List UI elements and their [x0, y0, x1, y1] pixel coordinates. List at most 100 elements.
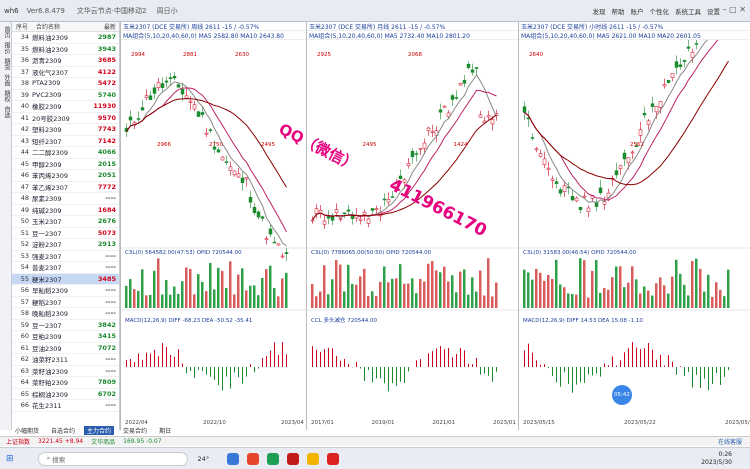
- row-index: 51: [20, 228, 29, 237]
- volume-bar: [399, 264, 402, 308]
- chart-panel-weekly[interactable]: 玉米2307 (DCE 交易所) 周线 2611 -15 / -0.57% MA…: [120, 22, 307, 430]
- candle: [156, 82, 161, 88]
- chart-canvas[interactable]: C3L(0) 31583.00(46:54) OPID 720544.00 MAC…: [519, 0, 750, 428]
- app-icon[interactable]: [227, 452, 240, 465]
- vtab-options[interactable]: 期权: [2, 90, 11, 102]
- watchlist-row[interactable]: 65 棕榈油2309 6702: [12, 389, 119, 400]
- timer-bubble[interactable]: 05:42: [612, 385, 632, 405]
- watchlist-row[interactable]: 52 淀粉2307 2913: [12, 239, 119, 251]
- volume-bar: [161, 294, 164, 308]
- candle: [530, 137, 535, 139]
- chart-canvas[interactable]: C3L(0) 564582.00(47:53) OPID 720544.00 MA…: [121, 40, 307, 428]
- watchlist-row[interactable]: 61 豆油2309 7072: [12, 343, 119, 354]
- watchlist-row[interactable]: 46 苯丙烯2309 2051: [12, 170, 119, 182]
- app-icon[interactable]: [267, 452, 280, 465]
- tab-small-futures[interactable]: 小幅期货: [12, 426, 42, 435]
- chart-canvas[interactable]: C3L(0) 7786065.00(50:50) OPID 720544.00 C…: [307, 40, 519, 428]
- volume-bar: [229, 261, 232, 308]
- weather-temp[interactable]: 24°: [198, 455, 210, 463]
- vtab-futures[interactable]: 期货: [2, 58, 11, 70]
- watchlist-row[interactable]: 58 晚籼稻2309 ----: [12, 308, 119, 320]
- candle: [442, 105, 447, 108]
- row-index: 64: [20, 378, 29, 387]
- row-index: 41: [20, 113, 29, 122]
- watchlist-row[interactable]: 43 短纤2307 7142: [12, 136, 119, 147]
- volume-bar: [723, 296, 726, 308]
- date-tick: 2023/05/29: [725, 420, 750, 426]
- watchlist-row[interactable]: 40 橡胶2309 11930: [12, 101, 119, 113]
- vtab-home[interactable]: 首页: [2, 26, 11, 38]
- candle: [188, 100, 193, 103]
- vtab-quote[interactable]: 报价: [2, 42, 11, 54]
- taskbar-search[interactable]: ⌕ 搜索: [37, 451, 188, 466]
- app-icon[interactable]: [287, 452, 300, 465]
- watchlist-row[interactable]: 36 沥青2309 3685: [12, 55, 119, 67]
- chart-panel-hourly[interactable]: 玉米2307 (DCE 交易所) 小时线 2611 -15 / -0.57% M…: [518, 0, 750, 430]
- cycle-label[interactable]: 周日小: [156, 6, 177, 16]
- menu-help[interactable]: 帮助: [612, 6, 625, 16]
- watchlist-row[interactable]: 34 燃料油2309 2987: [12, 32, 119, 44]
- watchlist-row[interactable]: 47 苯乙烯2307 7772: [12, 182, 119, 193]
- watchlist-row[interactable]: 48 尿素2309 ----: [12, 193, 119, 205]
- watchlist-row[interactable]: 55 粳米2307 3485: [12, 273, 119, 285]
- watchlist-row[interactable]: 54 普麦2307 ----: [12, 262, 119, 274]
- watchlist-row[interactable]: 37 液化气2307 4122: [12, 67, 119, 78]
- folder-icon[interactable]: [307, 452, 320, 465]
- candle: [430, 131, 435, 133]
- watchlist-row[interactable]: 59 豆一2307 3842: [12, 320, 119, 331]
- volume-bar: [375, 296, 378, 308]
- watchlist-row[interactable]: 56 早籼稻2309 ----: [12, 285, 119, 297]
- watchlist-row[interactable]: 57 粳稻2307 ----: [12, 297, 119, 308]
- volume-bar: [331, 279, 334, 308]
- row-name: 橡胶2309: [32, 103, 62, 112]
- app-icon[interactable]: [327, 452, 340, 465]
- watchlist-row[interactable]: 38 PTA2309 5472: [12, 78, 119, 90]
- price-mark: 2068: [408, 52, 422, 58]
- vtab-watch[interactable]: 自选: [2, 106, 11, 118]
- row-index: 65: [20, 389, 29, 398]
- watchlist-row[interactable]: 41 20号胶2309 9570: [12, 113, 119, 124]
- watchlist-row[interactable]: 60 豆粕2309 3415: [12, 331, 119, 343]
- volume-bar: [599, 292, 602, 308]
- menu-tools[interactable]: 系统工具: [675, 6, 701, 16]
- watchlist-row[interactable]: 64 菜籽粕2309 7809: [12, 377, 119, 389]
- vertical-tabs: 首页 报价 期货 外盘 期权 自选: [0, 22, 12, 430]
- candle: [232, 170, 237, 176]
- tab-trade[interactable]: 交易合约: [120, 426, 150, 435]
- menu-settings[interactable]: 设置: [707, 6, 720, 16]
- watchlist-row[interactable]: 39 PVC2309 5740: [12, 90, 119, 101]
- volume-bar: [675, 259, 678, 308]
- menu-account[interactable]: 账户: [631, 6, 644, 16]
- watchlist-row[interactable]: 50 玉米2307 2676: [12, 216, 119, 228]
- watchlist-row[interactable]: 53 强麦2307 ----: [12, 251, 119, 262]
- watchlist-row[interactable]: 45 甲醇2309 2015: [12, 159, 119, 170]
- watchlist-row[interactable]: 35 燃料油2309 3943: [12, 44, 119, 55]
- watchlist-row[interactable]: 44 二二醇2309 4066: [12, 147, 119, 159]
- menu-personalize[interactable]: 个性化: [650, 6, 670, 16]
- watchlist-row[interactable]: 49 纯碱2309 1684: [12, 205, 119, 216]
- window-controls[interactable]: – ▢ ✕: [723, 5, 746, 14]
- tab-date[interactable]: 期日: [156, 426, 174, 435]
- volume-bar: [281, 278, 284, 308]
- col-index: 序号: [16, 24, 29, 31]
- app-icon[interactable]: [247, 452, 260, 465]
- watchlist-row[interactable]: 42 塑料2309 7743: [12, 124, 119, 136]
- online-service[interactable]: 在线客服: [718, 437, 742, 446]
- menu-discover[interactable]: 发现: [593, 6, 606, 16]
- clock[interactable]: 0:26 2023/5/30: [701, 451, 732, 467]
- row-price: 7743: [97, 125, 116, 134]
- volume-bar: [359, 276, 362, 308]
- watchlist-row[interactable]: 51 豆一2307 5073: [12, 228, 119, 239]
- tab-main-contract[interactable]: 主力合约: [84, 426, 115, 435]
- row-name: 豆粕2309: [32, 333, 62, 342]
- watchlist-row[interactable]: 63 菜籽油2309 ----: [12, 366, 119, 377]
- watchlist-row[interactable]: 66 花生2311 ----: [12, 400, 119, 412]
- watchlist-row[interactable]: 62 油菜籽2311 ----: [12, 354, 119, 366]
- candle: [550, 178, 555, 181]
- windows-start-icon[interactable]: ⊞: [6, 454, 14, 464]
- row-price: ----: [105, 309, 116, 318]
- vtab-foreign[interactable]: 外盘: [2, 74, 11, 86]
- volume-bar: [583, 260, 586, 308]
- candle: [458, 82, 463, 86]
- tab-watch[interactable]: 自选合约: [48, 426, 78, 435]
